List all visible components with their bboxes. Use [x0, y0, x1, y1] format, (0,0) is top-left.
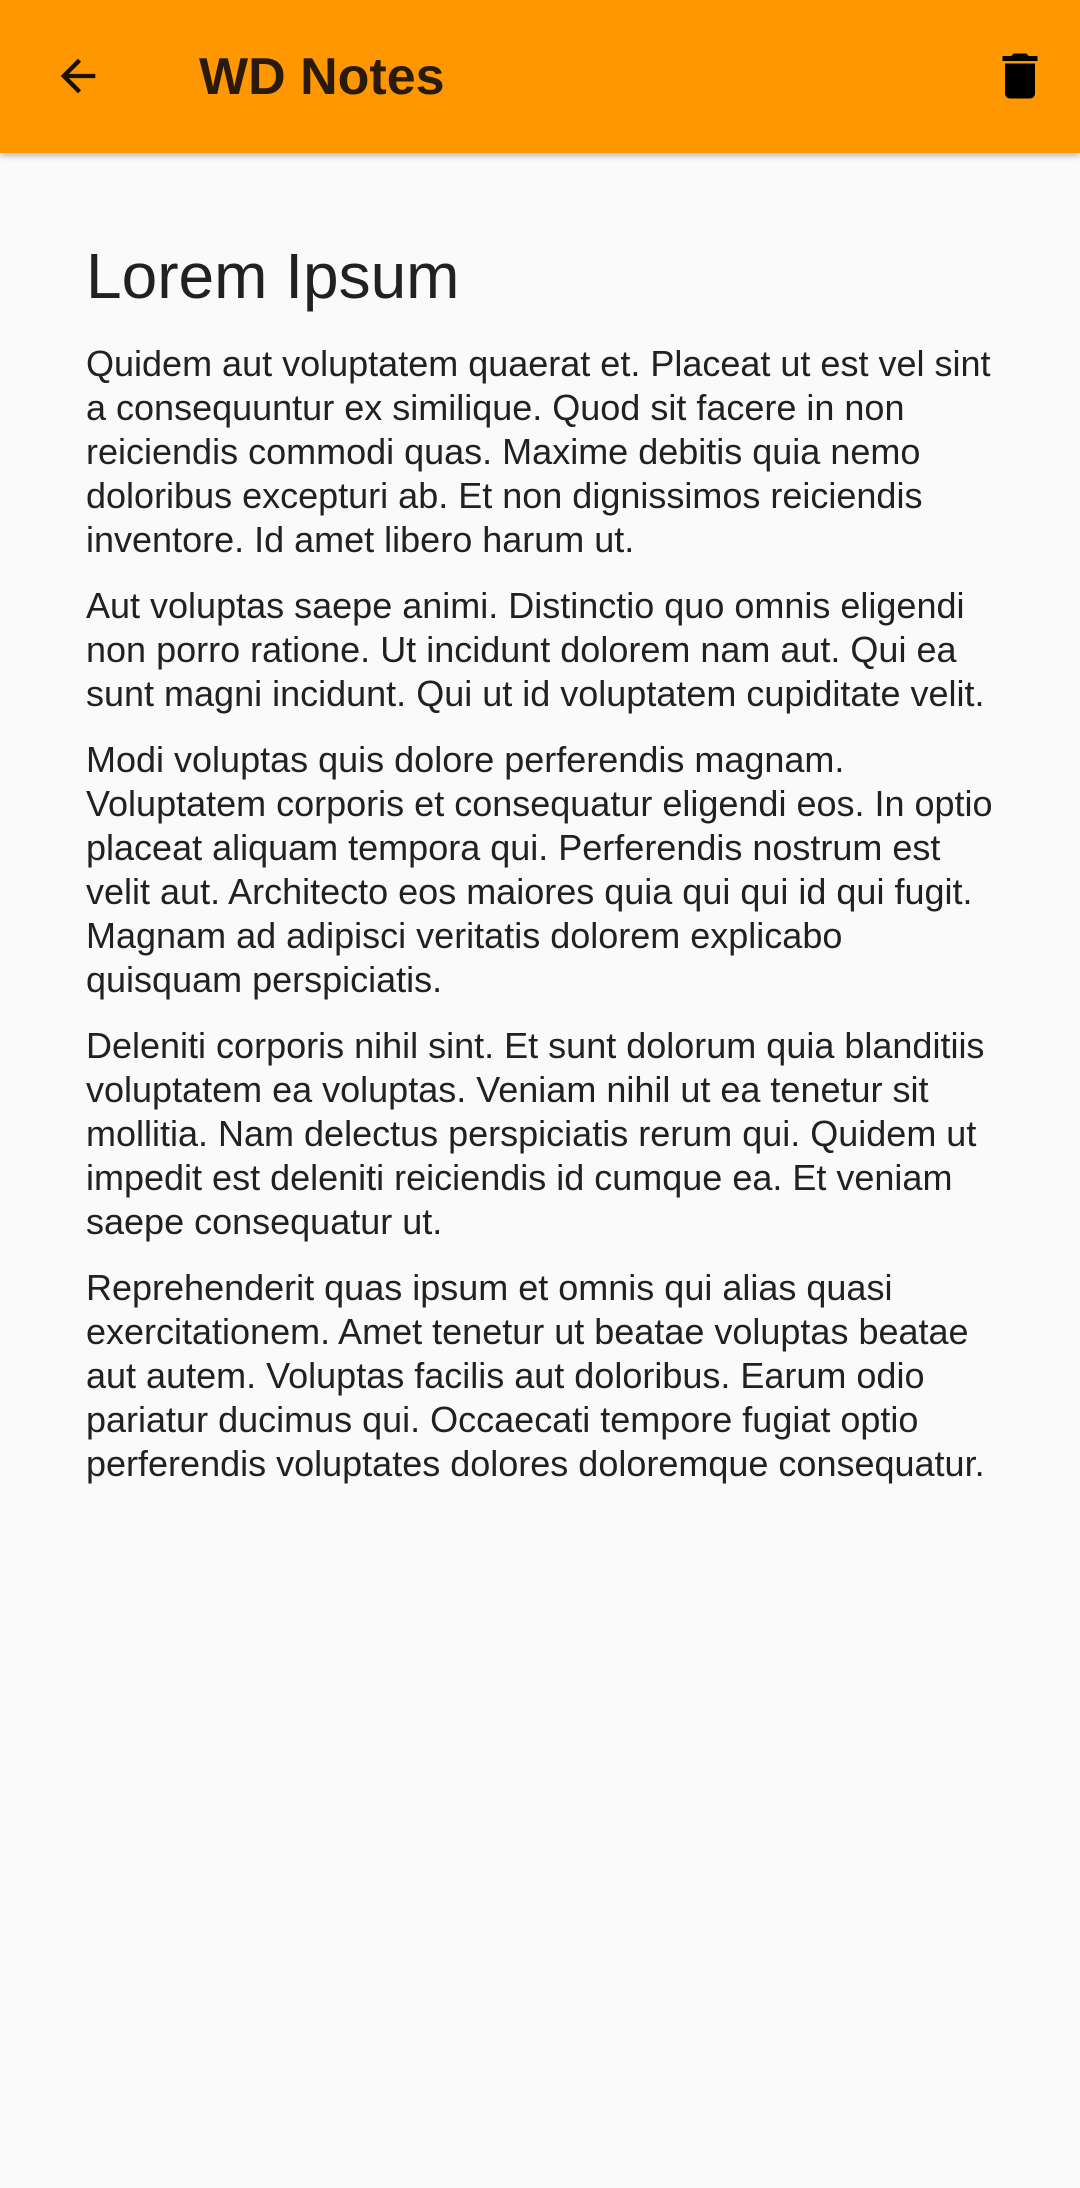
note-paragraph-3: Modi voluptas quis dolore perferendis ma…	[86, 739, 993, 1000]
app-title: WD Notes	[199, 48, 445, 106]
note-paragraph-1: Quidem aut voluptatem quaerat et. Placea…	[86, 343, 991, 560]
trash-icon	[1002, 53, 1038, 99]
note-paragraph-4: Deleniti corporis nihil sint. Et sunt do…	[86, 1025, 985, 1242]
note-content: Lorem Ipsum Quidem aut voluptatem quaera…	[86, 236, 1006, 1508]
app-bar: WD Notes	[0, 0, 1080, 153]
arrow-back-icon	[60, 58, 96, 94]
note-paragraph-2: Aut voluptas saepe animi. Distinctio quo…	[86, 585, 985, 714]
note-title: Lorem Ipsum	[86, 240, 460, 312]
delete-button[interactable]	[980, 36, 1060, 116]
back-button[interactable]	[40, 38, 116, 114]
note-paragraph-5: Reprehenderit quas ipsum et omnis qui al…	[86, 1267, 985, 1484]
